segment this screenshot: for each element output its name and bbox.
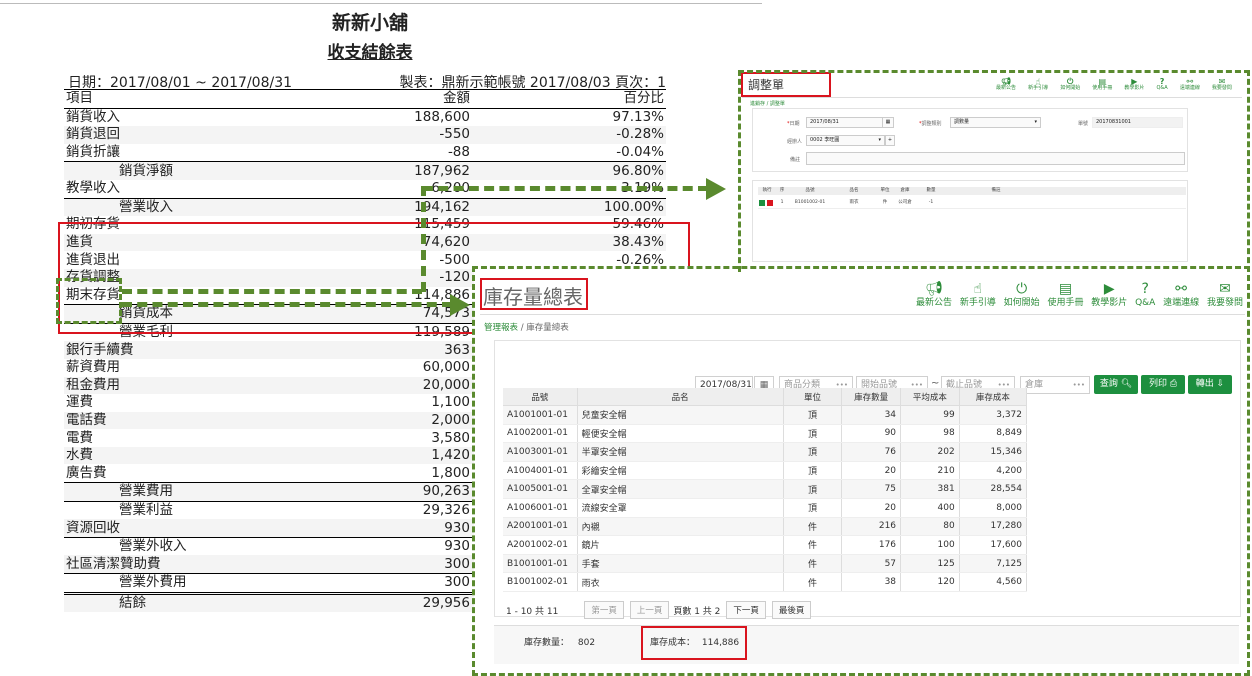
row-amount: 2,000	[298, 411, 472, 430]
row-amount: 363	[298, 341, 472, 359]
row-label: 租金費用	[64, 376, 298, 395]
adjustment-callout-box	[738, 70, 1250, 272]
row-percent: 97.13%	[612, 108, 664, 125]
row-label: 營業收入	[64, 197, 298, 217]
report-row: 銷貨退回 -550 -0.28%	[64, 126, 666, 144]
report-header-row: 項目 金額 百分比	[64, 89, 666, 109]
top-divider	[0, 3, 762, 4]
row-amount: 187,962	[298, 161, 472, 180]
report-title: 收支結餘表	[327, 43, 413, 63]
row-label: 社區清潔贊助費	[64, 555, 298, 574]
row-amount: 188,600	[414, 108, 470, 125]
row-amount: 194,162	[298, 197, 472, 217]
row-amount: 1,100	[431, 394, 470, 411]
row-percent: 100.00%	[472, 197, 666, 217]
row-label: 資源回收	[64, 519, 298, 538]
row-amount: 930	[298, 519, 472, 538]
arrow-to-adjustment-icon	[706, 178, 726, 200]
row-amount: 29,956	[298, 591, 472, 613]
connector-adjust-to-window	[423, 186, 708, 191]
connector-inventory	[122, 302, 452, 307]
row-label: 營業外費用	[64, 573, 298, 594]
row-amount: -88	[447, 144, 470, 161]
row-label: 電費	[66, 429, 93, 446]
row-amount: 29,326	[298, 500, 472, 520]
report-row: 銷貨折讓 -88 -0.04%	[64, 144, 666, 162]
row-percent: 96.80%	[472, 161, 666, 180]
row-percent: -0.28%	[472, 126, 666, 144]
row-amount: 20,000	[298, 376, 472, 395]
row-label: 營業利益	[64, 500, 298, 520]
row-label: 銷貨淨額	[64, 161, 298, 180]
connector-adjust-v	[421, 186, 426, 292]
row-amount: 3,580	[431, 429, 470, 446]
row-label: 水費	[64, 446, 298, 465]
shop-name: 新新小舖	[331, 12, 408, 34]
header-amount: 金額	[298, 89, 472, 109]
row-amount: 1,420	[298, 446, 472, 465]
row-amount: 90,263	[298, 482, 472, 502]
row-label: 薪資費用	[66, 359, 120, 376]
row-amount: 300	[298, 573, 472, 594]
row-amount: 930	[298, 536, 472, 556]
adjust-endinv-callout-box	[56, 278, 122, 324]
report-row: 營業收入 194,162 100.00%	[64, 197, 666, 217]
row-label: 銷貨折讓	[66, 144, 120, 161]
row-percent: -0.04%	[616, 144, 664, 161]
row-label: 廣告費	[66, 464, 107, 481]
connector-adjust-h	[122, 289, 422, 294]
row-amount: 60,000	[422, 359, 470, 376]
row-amount: 300	[298, 555, 472, 574]
header-item: 項目	[64, 89, 298, 109]
row-amount: -550	[298, 126, 472, 144]
inventory-callout-box	[472, 266, 1250, 676]
report-row: 銷貨淨額 187,962 96.80%	[64, 161, 666, 180]
row-label: 銀行手續費	[64, 341, 298, 359]
header-percent: 百分比	[472, 89, 666, 109]
row-label: 銷貨收入	[66, 108, 120, 125]
row-label: 教學收入	[66, 180, 120, 197]
row-label: 運費	[66, 394, 93, 411]
arrow-to-inventory-icon	[450, 294, 470, 316]
row-label: 營業外收入	[64, 536, 298, 556]
row-label: 電話費	[64, 411, 298, 430]
report-row: 銷貨收入 188,600 97.13%	[64, 108, 666, 126]
row-label: 結餘	[64, 591, 298, 613]
row-label: 營業費用	[64, 482, 298, 502]
row-amount: 1,800	[431, 464, 470, 481]
row-label: 銷貨退回	[64, 126, 298, 144]
